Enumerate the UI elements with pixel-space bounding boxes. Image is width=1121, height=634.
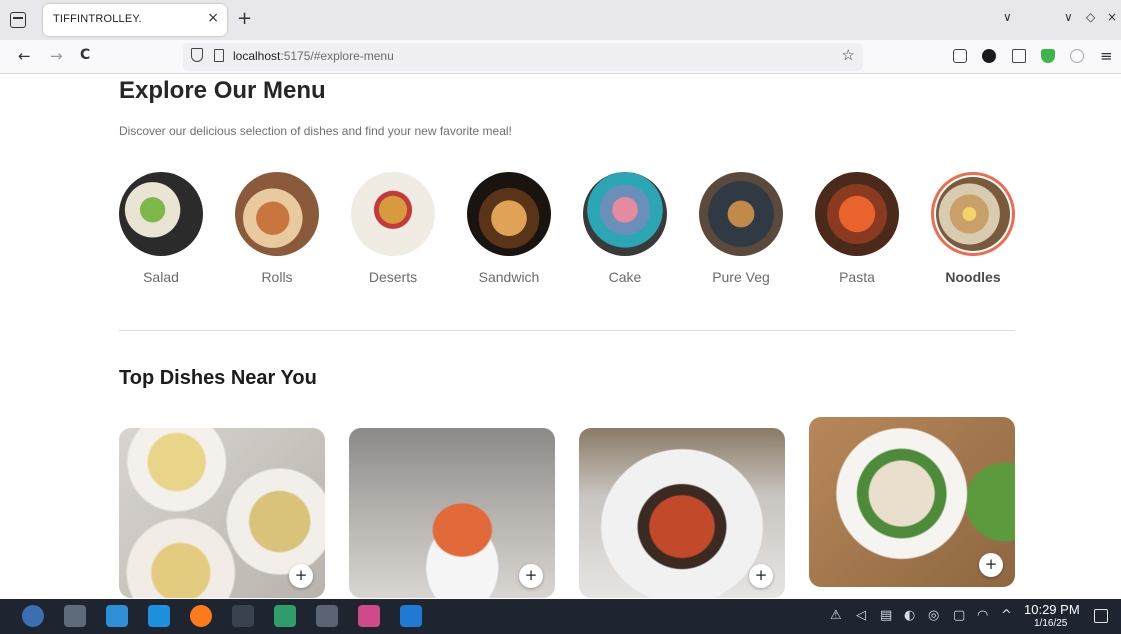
- fedora-start-icon[interactable]: [22, 605, 44, 627]
- tab-close-icon[interactable]: ×: [207, 10, 219, 26]
- close-window-icon[interactable]: ×: [1107, 10, 1117, 24]
- vscode-icon[interactable]: [400, 605, 422, 627]
- category-salad[interactable]: Salad: [116, 172, 206, 292]
- settings-sliders-icon[interactable]: [64, 605, 86, 627]
- device-icon[interactable]: ▢: [953, 608, 965, 623]
- category-label: Sandwich: [478, 269, 540, 285]
- page-content: Explore Our Menu Discover our delicious …: [0, 74, 1121, 599]
- navigation-toolbar: ← → C localhost:5175/#explore-menu ☆ ≡: [0, 40, 1121, 74]
- add-to-cart-button[interactable]: +: [749, 564, 773, 588]
- category-label: Noodles: [945, 269, 1001, 285]
- category-rolls-image: [235, 172, 319, 256]
- add-to-cart-button[interactable]: +: [979, 553, 1003, 577]
- app-menu-icon[interactable]: ≡: [1100, 47, 1113, 65]
- bookmark-star-icon[interactable]: ☆: [842, 46, 855, 64]
- dish-card[interactable]: +: [349, 428, 555, 598]
- taskbar: ⚠ ◁ ▤ ◐ ◎ ▢ ◠ ^ 10:29 PM 1/16/25: [0, 599, 1121, 634]
- clock-time[interactable]: 10:29 PM: [1024, 602, 1080, 617]
- category-deserts-image: [351, 172, 435, 256]
- extension-icon[interactable]: [1070, 49, 1084, 63]
- power-icon[interactable]: ◎: [928, 608, 939, 623]
- page-info-icon[interactable]: [214, 49, 224, 62]
- category-label: Deserts: [368, 269, 418, 285]
- show-desktop-icon[interactable]: [1094, 609, 1108, 623]
- browser-tab[interactable]: TIFFINTROLLEY. ×: [43, 4, 227, 36]
- tab-bar: TIFFINTROLLEY. × + ∨ ∨ ◇ ×: [0, 0, 1121, 40]
- file-manager-icon[interactable]: [148, 605, 170, 627]
- category-pasta-image: [815, 172, 899, 256]
- category-deserts[interactable]: Deserts: [348, 172, 438, 292]
- image-viewer-icon[interactable]: [274, 605, 296, 627]
- category-cake-image: [583, 172, 667, 256]
- dish-card[interactable]: +: [119, 428, 325, 598]
- reload-icon[interactable]: C: [80, 47, 90, 63]
- volume-icon[interactable]: ◐: [904, 608, 915, 623]
- category-sandwich-image: [467, 172, 551, 256]
- category-pure-veg[interactable]: Pure Veg: [696, 172, 786, 292]
- shield-extension-icon[interactable]: [1041, 49, 1055, 63]
- firefox-icon[interactable]: [190, 605, 212, 627]
- category-noodles[interactable]: Noodles: [928, 172, 1018, 292]
- dish-card[interactable]: +: [579, 428, 785, 598]
- category-label: Pasta: [839, 269, 875, 285]
- screenshot-icon[interactable]: [358, 605, 380, 627]
- top-dishes-title: Top Dishes Near You: [119, 367, 317, 389]
- category-rolls[interactable]: Rolls: [232, 172, 322, 292]
- back-icon[interactable]: ←: [18, 47, 31, 65]
- software-store-icon[interactable]: [106, 605, 128, 627]
- category-sandwich[interactable]: Sandwich: [464, 172, 554, 292]
- wifi-icon[interactable]: ◠: [977, 608, 988, 623]
- add-to-cart-button[interactable]: +: [289, 564, 313, 588]
- section-divider: [119, 330, 1015, 331]
- clock-date[interactable]: 1/16/25: [1034, 618, 1067, 629]
- add-to-cart-button[interactable]: +: [519, 564, 543, 588]
- calculator-icon[interactable]: [316, 605, 338, 627]
- extension-puzzle-icon[interactable]: [1012, 49, 1026, 63]
- clipboard-icon[interactable]: ▤: [880, 608, 892, 623]
- explore-menu-subtitle: Discover our delicious selection of dish…: [119, 124, 512, 138]
- notification-icon[interactable]: ⚠: [830, 608, 842, 623]
- category-label: Rolls: [261, 269, 293, 285]
- dish-card[interactable]: +: [809, 417, 1015, 587]
- pocket-icon[interactable]: [953, 49, 967, 63]
- tab-list-icon[interactable]: [10, 12, 26, 28]
- category-pasta[interactable]: Pasta: [812, 172, 902, 292]
- category-label: Cake: [608, 269, 642, 285]
- category-label: Pure Veg: [712, 269, 770, 285]
- new-tab-button[interactable]: +: [237, 8, 252, 29]
- telegram-icon[interactable]: ◁: [856, 608, 866, 623]
- minimize-icon[interactable]: ∨: [1064, 10, 1073, 24]
- explore-menu-title: Explore Our Menu: [119, 77, 326, 104]
- category-label: Salad: [143, 269, 179, 285]
- noodles-image-fill: [936, 177, 1010, 251]
- category-cake[interactable]: Cake: [580, 172, 670, 292]
- url-host: localhost: [233, 49, 281, 63]
- tray-expand-icon[interactable]: ^: [1001, 608, 1012, 623]
- url-text[interactable]: localhost:5175/#explore-menu: [233, 49, 394, 63]
- tracking-shield-icon[interactable]: [191, 48, 203, 62]
- tab-title: TIFFINTROLLEY.: [53, 13, 142, 25]
- category-noodles-image: [931, 172, 1015, 256]
- restore-icon[interactable]: ◇: [1086, 10, 1095, 24]
- category-salad-image: [119, 172, 203, 256]
- url-path: :5175/#explore-menu: [280, 49, 394, 63]
- account-icon[interactable]: [982, 49, 996, 63]
- url-bar[interactable]: localhost:5175/#explore-menu ☆: [183, 43, 863, 71]
- forward-icon[interactable]: →: [50, 47, 63, 65]
- list-all-tabs-icon[interactable]: ∨: [1003, 10, 1012, 24]
- category-pure-veg-image: [699, 172, 783, 256]
- terminal-icon[interactable]: [232, 605, 254, 627]
